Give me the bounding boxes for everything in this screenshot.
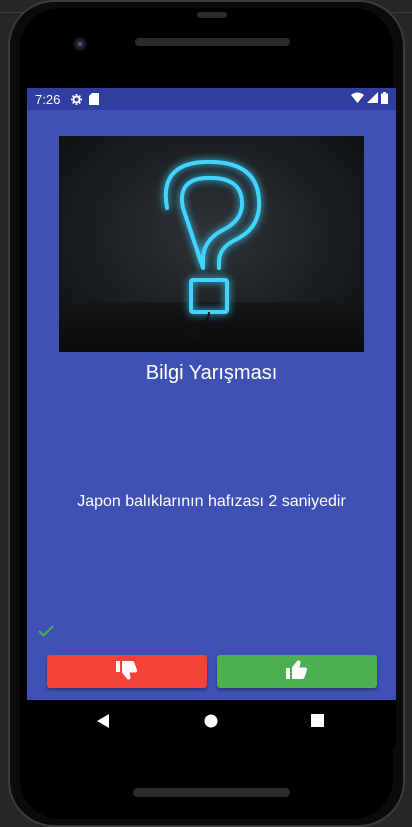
wifi-icon <box>351 92 364 106</box>
bottom-speaker <box>133 788 290 797</box>
question-text: Japon balıklarının hafızası 2 saniyedir <box>77 493 346 510</box>
app-screen: 7:26 Bilgi Yarışması Japon balıklarının … <box>27 88 396 700</box>
front-camera <box>73 37 87 51</box>
gear-icon <box>70 93 82 105</box>
neon-question-mark-image <box>59 136 364 352</box>
true-answer-button[interactable] <box>217 655 377 688</box>
thumbs-up-icon <box>286 660 308 683</box>
back-icon[interactable] <box>97 714 109 728</box>
signal-icon <box>367 92 378 106</box>
check-icon <box>37 623 55 637</box>
top-speaker <box>135 38 290 46</box>
home-icon[interactable] <box>204 714 218 728</box>
thumbs-down-icon <box>116 660 138 683</box>
system-navigation-bar <box>27 700 396 746</box>
battery-icon <box>381 91 388 107</box>
recents-icon[interactable] <box>311 714 324 727</box>
top-sensor <box>197 12 227 18</box>
status-bar: 7:26 <box>27 88 396 110</box>
sd-card-icon <box>88 93 100 105</box>
status-time: 7:26 <box>35 91 61 107</box>
quiz-title: Bilgi Yarışması <box>145 362 278 384</box>
status-right-group <box>351 91 388 107</box>
false-answer-button[interactable] <box>47 655 207 688</box>
